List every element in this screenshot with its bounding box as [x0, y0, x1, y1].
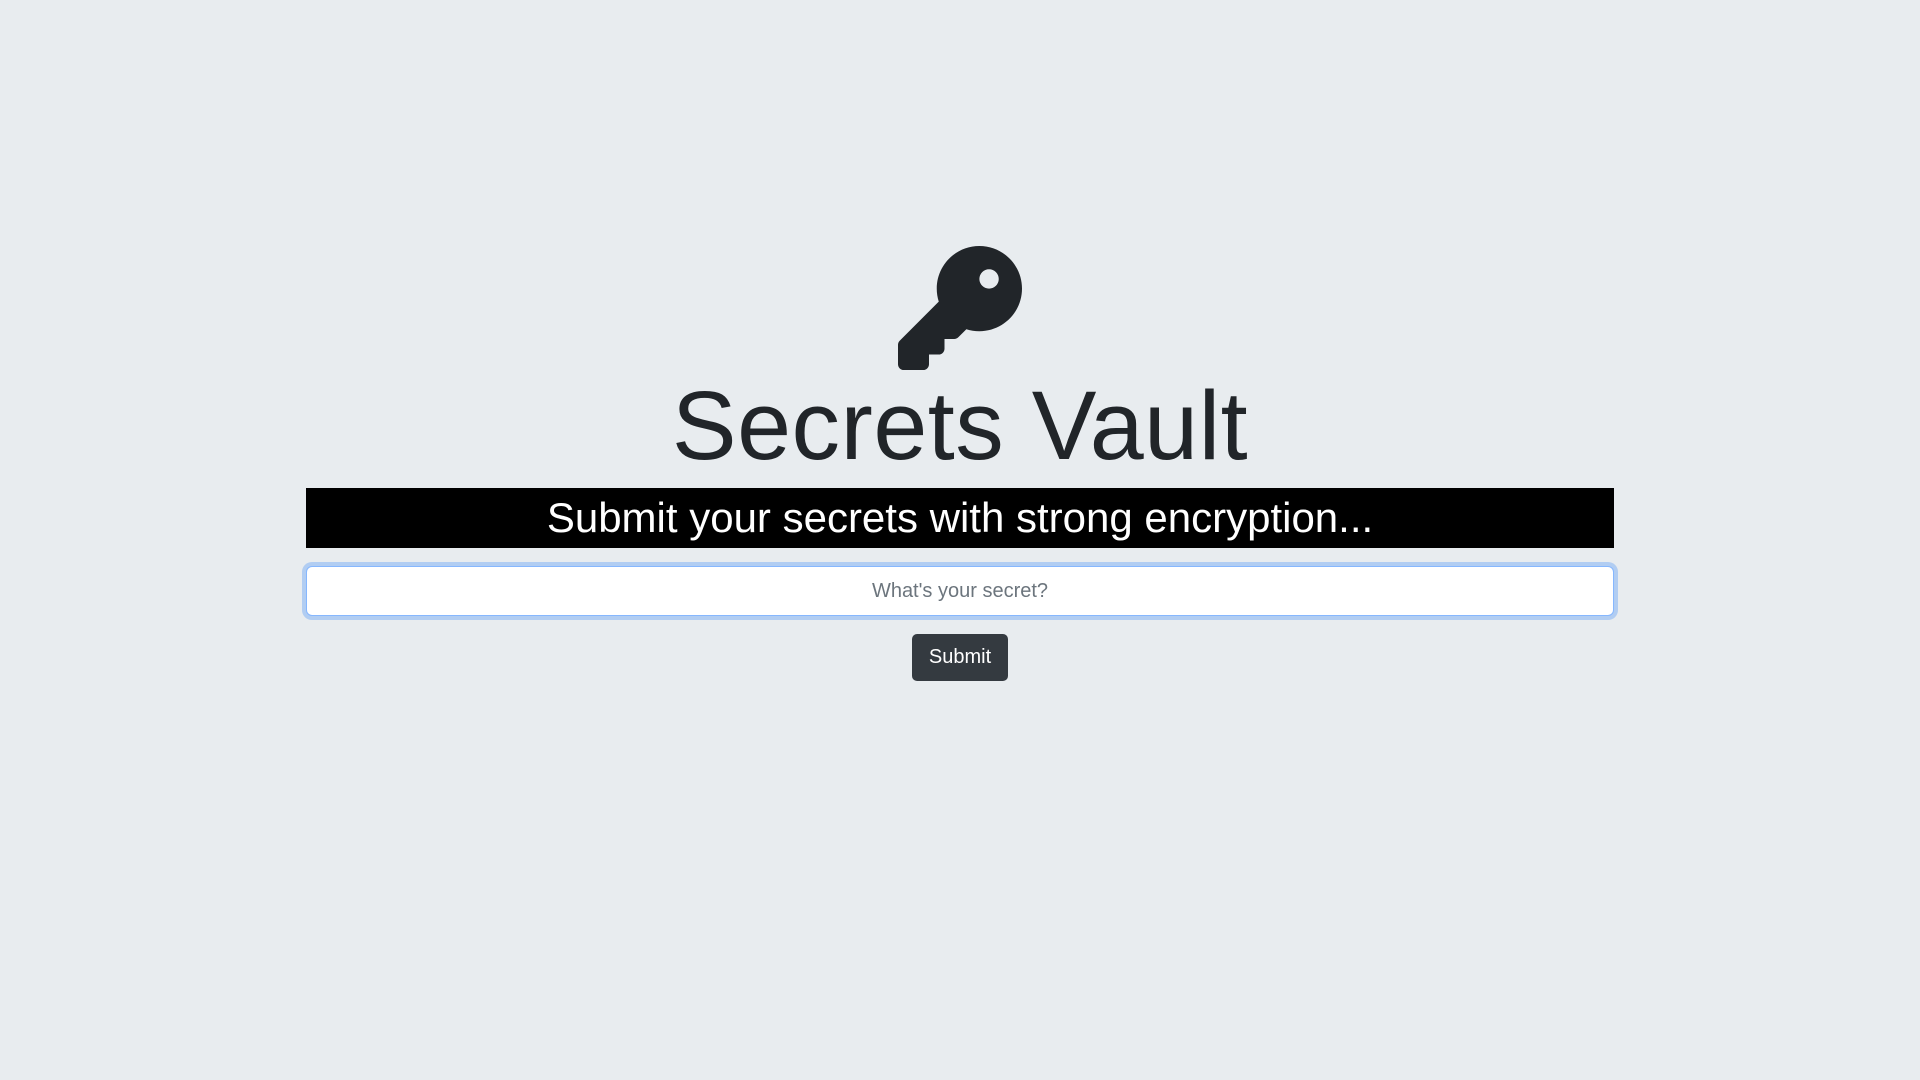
main-container: Secrets Vault Submit your secrets with s… [306, 246, 1614, 681]
secret-input[interactable] [306, 566, 1614, 616]
submit-button[interactable]: Submit [911, 634, 1009, 681]
key-icon [898, 246, 1022, 370]
tagline-banner: Submit your secrets with strong encrypti… [306, 488, 1614, 548]
page-title: Secrets Vault [671, 371, 1249, 480]
